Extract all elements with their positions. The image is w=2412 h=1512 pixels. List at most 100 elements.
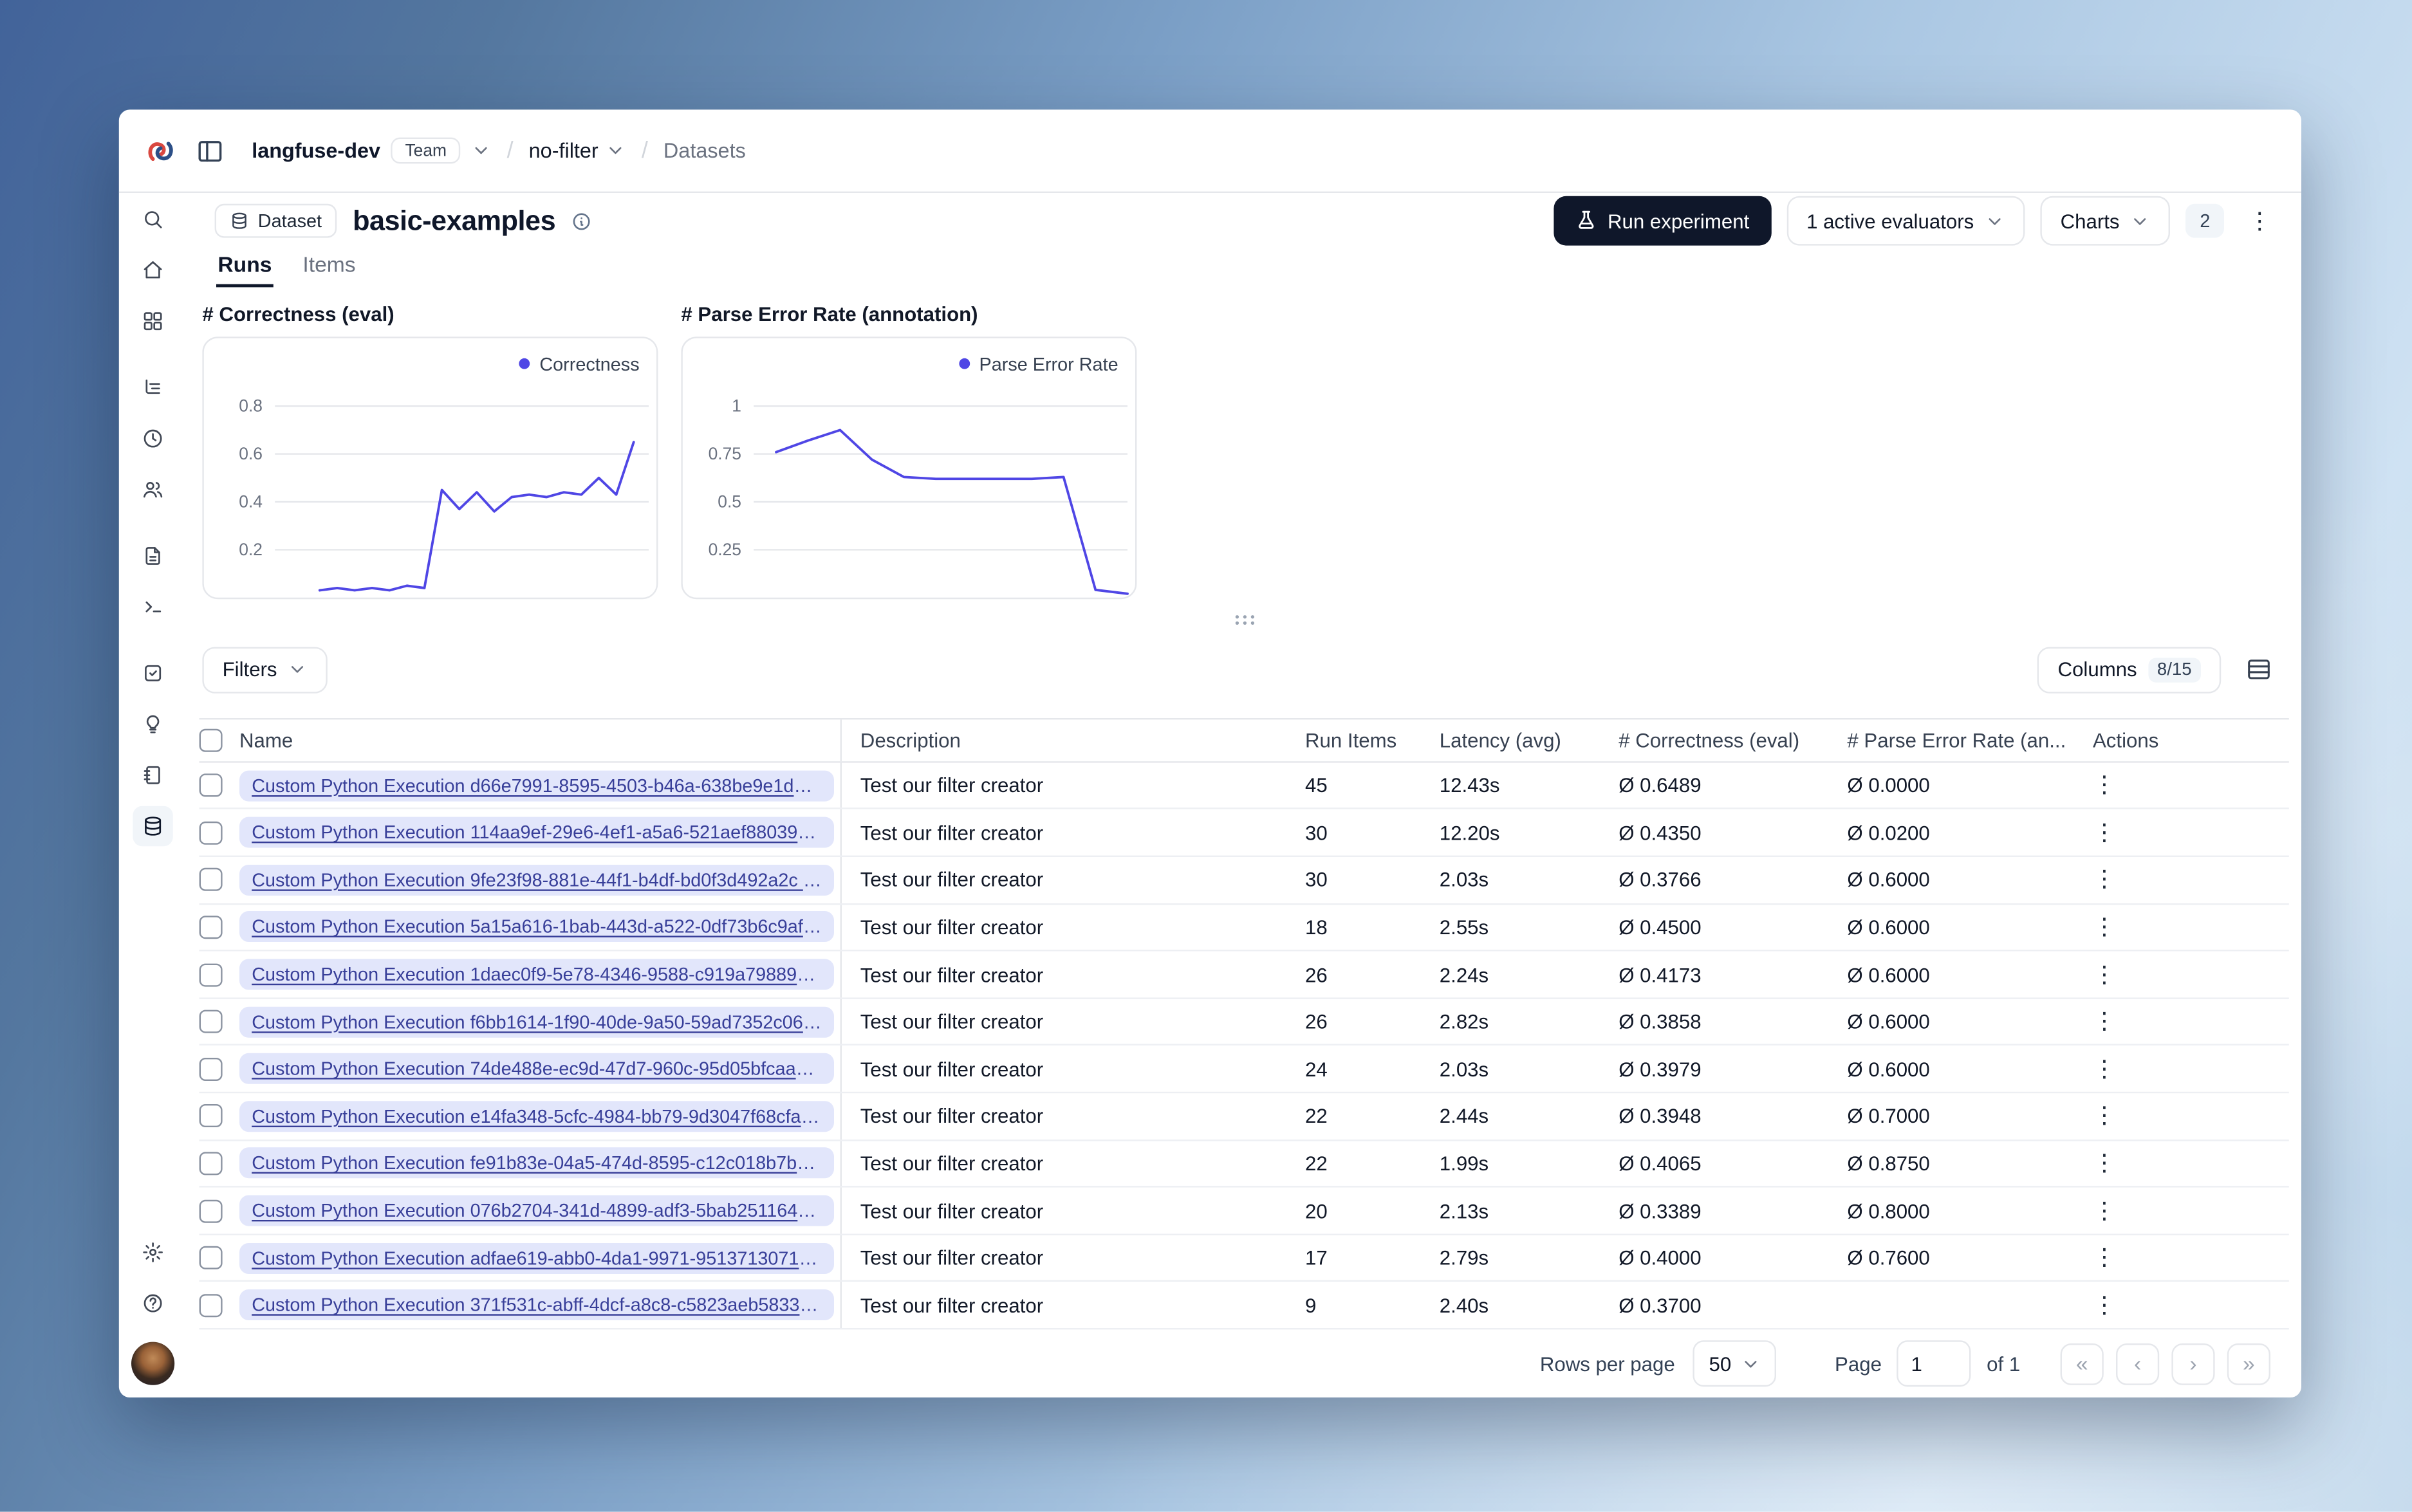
latency-value: 12.43s bbox=[1439, 773, 1500, 797]
latency-value: 12.20s bbox=[1439, 821, 1500, 845]
org-switcher-chevron-icon[interactable] bbox=[471, 140, 491, 160]
correctness-chart: Correctness 0.8 0.6 0.4 0.2 bbox=[202, 336, 658, 599]
first-page-button[interactable]: « bbox=[2060, 1342, 2104, 1385]
latency-value: 2.03s bbox=[1439, 868, 1489, 892]
page-header: Dataset basic-examples Run experiment 1 … bbox=[187, 196, 2301, 246]
previous-page-button[interactable]: ‹ bbox=[2116, 1342, 2160, 1385]
row-actions-button[interactable]: ⋮ bbox=[2074, 774, 2116, 797]
sidebar-item-tracing[interactable] bbox=[133, 367, 172, 407]
charts-dropdown[interactable]: Charts bbox=[2040, 196, 2171, 246]
last-page-button[interactable]: » bbox=[2227, 1342, 2271, 1385]
run-name-link[interactable]: Custom Python Execution 076b2704-341d-48… bbox=[239, 1195, 834, 1226]
sidebar-item-evaluators[interactable] bbox=[133, 704, 172, 744]
sidebar-item-support[interactable] bbox=[133, 1283, 172, 1323]
row-checkbox[interactable] bbox=[199, 1199, 223, 1222]
sidebar-item-playground[interactable] bbox=[133, 587, 172, 627]
sidebar-item-playbooks[interactable] bbox=[133, 755, 172, 795]
row-checkbox[interactable] bbox=[199, 1104, 223, 1128]
select-all-checkbox[interactable] bbox=[199, 728, 223, 752]
row-actions-button[interactable]: ⋮ bbox=[2074, 1057, 2116, 1080]
next-page-button[interactable]: › bbox=[2171, 1342, 2215, 1385]
row-actions-button[interactable]: ⋮ bbox=[2074, 1105, 2116, 1128]
row-checkbox[interactable] bbox=[199, 773, 223, 797]
correctness-line-chart: 0.8 0.6 0.4 0.2 bbox=[239, 396, 649, 592]
row-checkbox[interactable] bbox=[199, 868, 223, 892]
sidebar-item-home[interactable] bbox=[133, 250, 172, 290]
column-header-parse-error[interactable]: # Parse Error Rate (an... bbox=[1847, 719, 2074, 761]
user-avatar[interactable] bbox=[131, 1341, 175, 1385]
sidebar-item-sessions[interactable] bbox=[133, 418, 172, 458]
row-checkbox[interactable] bbox=[199, 821, 223, 845]
latency-value: 2.24s bbox=[1439, 963, 1489, 986]
grid-icon bbox=[144, 312, 162, 331]
column-header-description[interactable]: Description bbox=[842, 719, 1305, 761]
column-header-run-items[interactable]: Run Items bbox=[1305, 719, 1440, 761]
row-checkbox[interactable] bbox=[199, 963, 223, 986]
chart-resize-handle-icon[interactable] bbox=[1229, 605, 1259, 635]
correctness-value: Ø 0.3766 bbox=[1619, 868, 1702, 892]
breadcrumb-section[interactable]: Datasets bbox=[663, 139, 746, 162]
filters-button[interactable]: Filters bbox=[202, 647, 328, 694]
run-items-value: 45 bbox=[1305, 773, 1328, 797]
sidebar-item-users[interactable] bbox=[133, 470, 172, 510]
run-name-link[interactable]: Custom Python Execution 9fe23f98-881e-44… bbox=[239, 864, 834, 896]
row-checkbox[interactable] bbox=[199, 1152, 223, 1175]
latency-value: 2.55s bbox=[1439, 916, 1489, 939]
run-name-link[interactable]: Custom Python Execution 5a15a616-1bab-44… bbox=[239, 912, 834, 943]
row-actions-button[interactable]: ⋮ bbox=[2074, 1152, 2116, 1175]
column-header-correctness[interactable]: # Correctness (eval) bbox=[1619, 719, 1847, 761]
sidebar-item-search[interactable] bbox=[133, 199, 172, 239]
row-actions-button[interactable]: ⋮ bbox=[2074, 963, 2116, 986]
row-height-toggle-icon[interactable] bbox=[2236, 649, 2279, 692]
column-header-name[interactable]: Name bbox=[239, 719, 842, 761]
run-name-link[interactable]: Custom Python Execution 1daec0f9-5e78-43… bbox=[239, 959, 834, 990]
table-row: Custom Python Execution 9fe23f98-881e-44… bbox=[199, 857, 2289, 905]
gear-icon bbox=[143, 1242, 163, 1262]
row-actions-button[interactable]: ⋮ bbox=[2074, 1199, 2116, 1222]
row-actions-button[interactable]: ⋮ bbox=[2074, 869, 2116, 892]
sidebar-item-settings[interactable] bbox=[133, 1232, 172, 1272]
page-number-input[interactable] bbox=[1897, 1340, 1972, 1387]
breadcrumb-org[interactable]: langfuse-dev bbox=[252, 139, 380, 162]
row-checkbox[interactable] bbox=[199, 916, 223, 939]
run-name-link[interactable]: Custom Python Execution fe91b83e-04a5-47… bbox=[239, 1148, 834, 1179]
sidebar-item-dashboards[interactable] bbox=[133, 301, 172, 341]
sidebar-item-datasets[interactable] bbox=[133, 806, 173, 847]
row-checkbox[interactable] bbox=[199, 1293, 223, 1317]
run-name-link[interactable]: Custom Python Execution f6bb1614-1f90-40… bbox=[239, 1006, 834, 1037]
page-actions-menu-icon[interactable]: ⋮ bbox=[2240, 199, 2279, 243]
run-name-link[interactable]: Custom Python Execution 74de488e-ec9d-47… bbox=[239, 1053, 834, 1085]
row-actions-button[interactable]: ⋮ bbox=[2074, 821, 2116, 844]
dataset-info-icon[interactable] bbox=[571, 211, 591, 231]
runs-table: Name Description Run Items Latency (avg)… bbox=[199, 717, 2289, 1330]
run-name-link[interactable]: Custom Python Execution d66e7991-8595-45… bbox=[239, 770, 834, 801]
run-name-link[interactable]: Custom Python Execution 114aa9ef-29e6-4e… bbox=[239, 817, 834, 849]
row-checkbox[interactable] bbox=[199, 1010, 223, 1033]
active-evaluators-dropdown[interactable]: 1 active evaluators bbox=[1786, 196, 2025, 246]
columns-button[interactable]: Columns 8/15 bbox=[2037, 647, 2222, 694]
row-actions-button[interactable]: ⋮ bbox=[2074, 1010, 2116, 1033]
sidebar-item-annotations[interactable] bbox=[133, 653, 172, 693]
rows-per-page-select[interactable]: 50 bbox=[1693, 1340, 1776, 1387]
run-name-link[interactable]: Custom Python Execution e14fa348-5cfc-49… bbox=[239, 1100, 834, 1132]
row-actions-button[interactable]: ⋮ bbox=[2074, 1246, 2116, 1269]
sidebar-item-prompts[interactable] bbox=[133, 536, 172, 576]
sidebar-toggle-icon[interactable] bbox=[196, 136, 224, 164]
row-checkbox[interactable] bbox=[199, 1057, 223, 1081]
latency-value: 1.99s bbox=[1439, 1152, 1489, 1175]
run-items-value: 30 bbox=[1305, 868, 1328, 892]
project-switcher[interactable]: no-filter bbox=[529, 139, 626, 162]
tab-items[interactable]: Items bbox=[301, 252, 357, 287]
run-name-link[interactable]: Custom Python Execution adfae619-abb0-4d… bbox=[239, 1242, 834, 1274]
run-name-link[interactable]: Custom Python Execution 371f531c-abff-4d… bbox=[239, 1289, 834, 1321]
run-description: Test our filter creator bbox=[860, 821, 1044, 845]
list-tree-icon bbox=[145, 379, 160, 394]
row-actions-button[interactable]: ⋮ bbox=[2074, 1293, 2116, 1316]
tab-runs[interactable]: Runs bbox=[216, 252, 274, 288]
top-bar: langfuse-dev Team / no-filter / Datasets bbox=[118, 109, 2302, 193]
run-experiment-button[interactable]: Run experiment bbox=[1553, 196, 1771, 246]
column-header-latency[interactable]: Latency (avg) bbox=[1440, 719, 1619, 761]
row-checkbox[interactable] bbox=[199, 1246, 223, 1270]
row-actions-button[interactable]: ⋮ bbox=[2074, 916, 2116, 939]
icon-sidebar bbox=[119, 193, 187, 1397]
